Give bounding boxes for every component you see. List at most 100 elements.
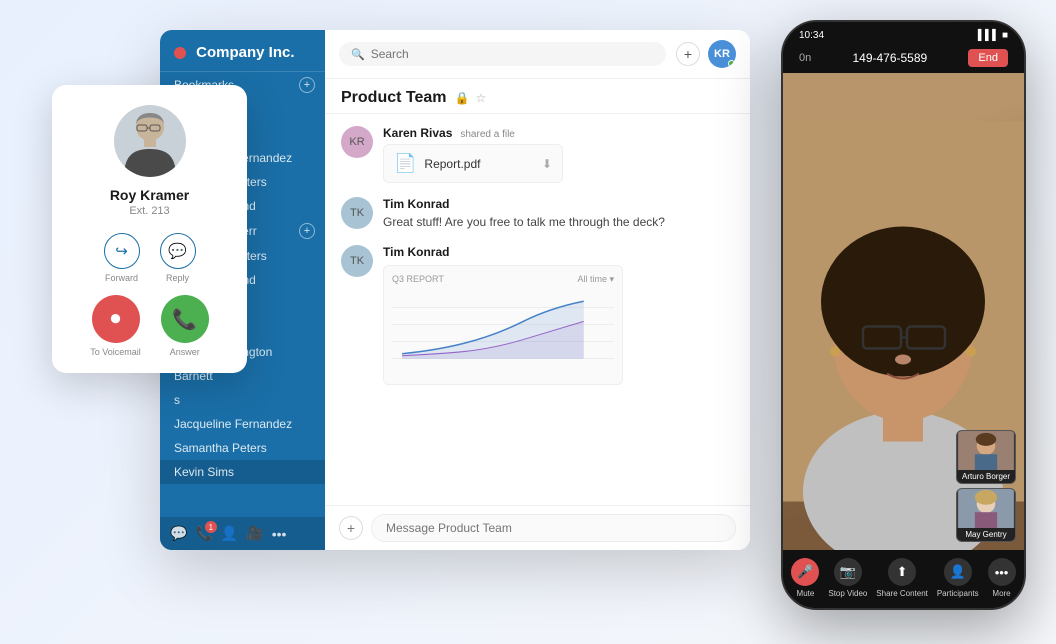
msg-sender-name: Tim Konrad — [383, 245, 449, 259]
thumb-arturo-label: Arturo Borger — [957, 470, 1015, 483]
sidebar-item-kevin-sims[interactable]: Kevin Sims — [160, 460, 325, 484]
reply-button[interactable]: 💬 — [160, 233, 196, 269]
chat-icon[interactable]: 💬 — [170, 525, 187, 542]
chart-title: Q3 REPORT — [392, 274, 444, 285]
company-name: Company Inc. — [196, 44, 294, 61]
search-input[interactable] — [371, 47, 654, 61]
message-item: TK Tim Konrad Great stuff! Are you free … — [341, 197, 734, 231]
phone-icon[interactable]: 📞 1 — [195, 525, 212, 542]
msg-header: Karen Rivas shared a file — [383, 126, 734, 140]
star-icon[interactable]: ☆ — [475, 91, 486, 105]
sidebar-header: Company Inc. — [160, 30, 325, 72]
thumb-may-svg — [956, 489, 1016, 528]
chart-svg — [392, 291, 614, 371]
file-attachment[interactable]: 📄 Report.pdf ⬇ — [383, 144, 563, 183]
avatar: KR — [708, 40, 736, 68]
msg-header: Tim Konrad — [383, 245, 734, 259]
message-item: TK Tim Konrad Q3 REPORT All time ▾ — [341, 245, 734, 385]
lock-icon: 🔒 — [455, 91, 470, 105]
main-content: 🔍 + KR Product Team 🔒 ☆ — [325, 30, 750, 550]
reply-action[interactable]: 💬 Reply — [160, 233, 196, 283]
caller-extension: Ext. 213 — [68, 205, 231, 217]
mute-icon[interactable]: 🎤 — [791, 558, 819, 586]
video-main: Arturo Borger May Gentry — [783, 73, 1024, 550]
voicemail-action[interactable]: ⏺ To Voicemail — [90, 295, 141, 357]
reply-label: Reply — [166, 273, 189, 283]
sidebar-item-label: Jacqueline Fernandez — [174, 417, 292, 431]
stop-video-icon[interactable]: 📷 — [834, 558, 862, 586]
message-input-bar: + — [325, 505, 750, 550]
msg-content: Karen Rivas shared a file 📄 Report.pdf ⬇ — [383, 126, 734, 183]
pdf-icon: 📄 — [394, 153, 416, 174]
phone-big-actions: ⏺ To Voicemail 📞 Answer — [68, 295, 231, 357]
video-thumb-may: May Gentry — [956, 488, 1016, 542]
status-icons: ▌▌▌ ■ — [978, 30, 1008, 41]
forward-button[interactable]: ↪ — [104, 233, 140, 269]
participants-action[interactable]: 👤 Participants — [937, 558, 979, 598]
video-icon[interactable]: 🎥 — [246, 525, 263, 542]
messages-area: KR Karen Rivas shared a file 📄 Report.pd… — [325, 114, 750, 505]
chart-container: Q3 REPORT All time ▾ — [383, 265, 623, 385]
call-bar: 0n 149-476-5589 End — [783, 45, 1024, 73]
sidebar-item-jacqueline3[interactable]: Jacqueline Fernandez — [160, 412, 325, 436]
add-section-icon-2[interactable]: + — [299, 223, 315, 239]
topbar: 🔍 + KR — [325, 30, 750, 79]
scene: Company Inc. Bookmarks + Sites le Jacque… — [0, 0, 1056, 644]
msg-action: shared a file — [460, 129, 514, 140]
video-thumbnails: Arturo Borger May Gentry — [956, 430, 1016, 542]
msg-avatar: TK — [341, 197, 373, 229]
video-thumb-arturo: Arturo Borger — [956, 430, 1016, 484]
msg-sender-name: Karen Rivas — [383, 126, 452, 140]
share-content-label: Share Content — [876, 589, 928, 598]
mute-indicator: 0n — [799, 52, 811, 64]
channel-header: Product Team 🔒 ☆ — [325, 79, 750, 114]
msg-header: Tim Konrad — [383, 197, 734, 211]
answer-button[interactable]: 📞 — [161, 295, 209, 343]
thumb-arturo-svg — [956, 431, 1016, 470]
mute-action-label: Mute — [797, 589, 815, 598]
chart-header: Q3 REPORT All time ▾ — [392, 274, 614, 285]
close-icon[interactable] — [174, 47, 186, 59]
person-svg — [114, 105, 186, 177]
search-icon: 🔍 — [351, 48, 365, 61]
participants-icon[interactable]: 👤 — [944, 558, 972, 586]
online-indicator — [728, 60, 735, 67]
share-content-action[interactable]: ⬆ Share Content — [876, 558, 928, 598]
more-icon[interactable]: ••• — [988, 558, 1016, 586]
mute-action[interactable]: 🎤 Mute — [791, 558, 819, 598]
more-icon[interactable]: ••• — [272, 526, 287, 542]
message-input[interactable] — [371, 514, 736, 542]
desktop-window: Company Inc. Bookmarks + Sites le Jacque… — [160, 30, 750, 550]
message-item: KR Karen Rivas shared a file 📄 Report.pd… — [341, 126, 734, 183]
sidebar-item-label: Kevin Sims — [174, 465, 234, 479]
caller-name: Roy Kramer — [68, 187, 231, 203]
phone-actions-row: ↪ Forward 💬 Reply — [68, 233, 231, 283]
add-section-icon[interactable]: + — [299, 77, 315, 93]
download-icon[interactable]: ⬇ — [542, 157, 552, 171]
message-add-button[interactable]: + — [339, 516, 363, 540]
forward-action[interactable]: ↪ Forward — [104, 233, 140, 283]
status-time: 10:34 — [799, 30, 824, 41]
sidebar-item-samantha3[interactable]: Samantha Peters — [160, 436, 325, 460]
topbar-actions: + KR — [676, 40, 736, 68]
add-button[interactable]: + — [676, 42, 700, 66]
stop-video-action[interactable]: 📷 Stop Video — [828, 558, 867, 598]
share-content-icon[interactable]: ⬆ — [888, 558, 916, 586]
answer-action[interactable]: 📞 Answer — [161, 295, 209, 357]
msg-sender-name: Tim Konrad — [383, 197, 449, 211]
voicemail-label: To Voicemail — [90, 347, 141, 357]
sidebar-footer: 💬 📞 1 👤 🎥 ••• — [160, 517, 325, 550]
voicemail-button[interactable]: ⏺ — [92, 295, 140, 343]
channel-icons: 🔒 ☆ — [455, 91, 487, 105]
channel-title: Product Team — [341, 89, 447, 107]
search-box[interactable]: 🔍 — [339, 42, 666, 66]
answer-label: Answer — [170, 347, 200, 357]
phone-screen: 10:34 ▌▌▌ ■ 0n 149-476-5589 End — [783, 22, 1024, 608]
phone-badge: 1 — [205, 521, 217, 533]
contacts-icon[interactable]: 👤 — [221, 525, 238, 542]
phone-notch — [864, 22, 944, 40]
call-number: 149-476-5589 — [852, 51, 927, 65]
more-action[interactable]: ••• More — [988, 558, 1016, 598]
end-call-button[interactable]: End — [968, 49, 1008, 67]
phone-bottom-bar: 🎤 Mute 📷 Stop Video ⬆ Share Content 👤 Pa… — [783, 550, 1024, 608]
